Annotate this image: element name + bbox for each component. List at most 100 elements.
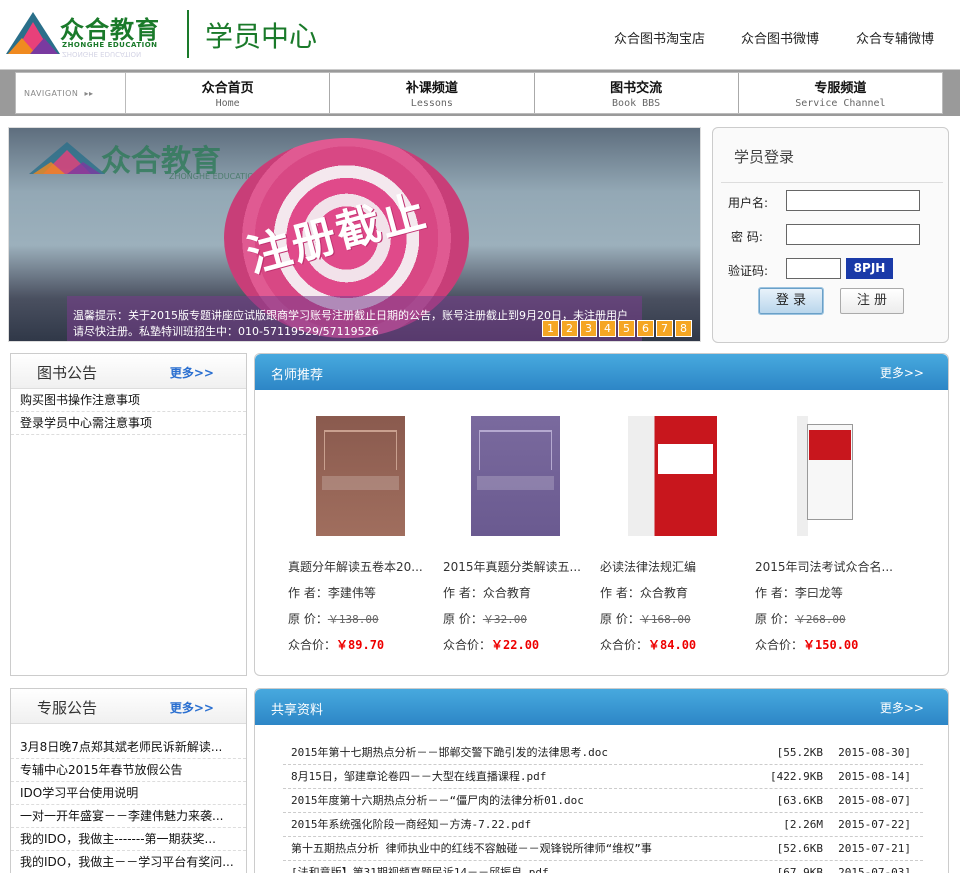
register-button[interactable]: 注 册: [840, 288, 904, 314]
book-card[interactable]: 2015年司法考试众合名... 作 者：李曰龙等 原 价：￥268.00 众合价…: [755, 416, 905, 653]
book-author-line: 作 者：李建伟等: [288, 584, 438, 601]
panel-title: 共享资料: [271, 703, 324, 718]
book-card[interactable]: 必读法律法规汇编 作 者：众合教育 原 价：￥168.00 众合价：￥84.00: [600, 416, 750, 653]
book-title[interactable]: 真题分年解读五卷本20...: [288, 558, 438, 575]
logo-icon[interactable]: [4, 10, 62, 58]
page-title: 学员中心: [205, 20, 318, 53]
double-chevron-icon: ▸▸: [84, 88, 94, 98]
captcha-label: 验证码:: [728, 264, 769, 278]
list-item[interactable]: 我的IDO，我做主－－学习平台有奖问...: [11, 851, 246, 873]
book-author-line: 作 者：众合教育: [443, 584, 593, 601]
book-orig-price: ￥32.00: [482, 613, 527, 626]
nav-item-cn: 图书交流: [610, 81, 663, 96]
book-price: ￥22.00: [491, 638, 540, 652]
resource-size: [67.9KB: [776, 866, 823, 873]
pager-dot[interactable]: 8: [675, 320, 692, 337]
list-item[interactable]: 我的IDO，我做主-------第一期获奖...: [11, 828, 246, 851]
pager-dot[interactable]: 5: [618, 320, 635, 337]
list-item[interactable]: 专辅中心2015年春节放假公告: [11, 759, 246, 782]
shared-resources-panel: 共享资料 更多>> 2015年第十七期热点分析－－邯郸交警下跪引发的法律思考.d…: [254, 688, 949, 873]
book-cover-image[interactable]: [471, 416, 560, 536]
notice-list: 购买图书操作注意事项 登录学员中心需注意事项: [11, 389, 246, 435]
price-label: 众合价：: [600, 638, 649, 652]
nav-label: NAVIGATION ▸▸: [16, 73, 126, 113]
password-label: 密 码:: [731, 230, 763, 244]
more-link[interactable]: 更多>>: [170, 699, 214, 716]
list-item[interactable]: 登录学员中心需注意事项: [11, 412, 246, 435]
panel-header: 专服公告 更多>>: [11, 689, 246, 724]
panel-header: 图书公告 更多>>: [11, 354, 246, 389]
divider: [721, 182, 943, 183]
resource-row[interactable]: 8月15日，邹建章论卷四－－大型在线直播课程.pdf [422.9KB 2015-0…: [283, 765, 923, 789]
nav-item-service[interactable]: 专服频道 Service Channel: [739, 73, 942, 113]
resource-name[interactable]: 第十五期热点分析 律师执业中的红线不容触碰－－观锋锐所律师“维权”事: [291, 837, 652, 861]
book-cover-image[interactable]: [316, 416, 405, 536]
panel-title: 图书公告: [37, 364, 98, 382]
book-author: 李曰龙等: [794, 586, 843, 600]
nav-item-en: Home: [215, 98, 240, 109]
nav-item-lessons[interactable]: 补课频道 Lessons: [330, 73, 535, 113]
username-label: 用户名:: [728, 196, 769, 210]
more-link[interactable]: 更多>>: [880, 699, 924, 716]
orig-price-label: 原 价：: [600, 612, 640, 626]
list-item[interactable]: 购买图书操作注意事项: [11, 389, 246, 412]
tutoring-weibo-link[interactable]: 众合专辅微博: [856, 28, 934, 47]
nav-item-en: Service Channel: [795, 98, 886, 109]
nav-item-book-bbs[interactable]: 图书交流 Book BBS: [535, 73, 739, 113]
pager-dot[interactable]: 1: [542, 320, 559, 337]
resource-row[interactable]: 2015年度第十六期热点分析－－“僵尸肉的法律分析01.doc [63.6KB 20…: [283, 789, 923, 813]
panel-title: 名师推荐: [271, 368, 324, 383]
book-weibo-link[interactable]: 众合图书微博: [741, 28, 819, 47]
taobao-store-link[interactable]: 众合图书淘宝店: [614, 28, 705, 47]
resource-name[interactable]: 2015年第十七期热点分析－－邯郸交警下跪引发的法律思考.doc: [291, 741, 608, 765]
resource-name[interactable]: 8月15日，邹建章论卷四－－大型在线直播课程.pdf: [291, 765, 546, 789]
resource-name[interactable]: [法和意版】第31期视频真题民诉14－－邱振良.pdf: [291, 861, 549, 873]
book-author: 众合教育: [639, 586, 688, 600]
more-link[interactable]: 更多>>: [880, 364, 924, 381]
cover-decoration: [324, 430, 397, 470]
resource-name[interactable]: 2015年系统强化阶段一商经知－方涛-7.22.pdf: [291, 813, 531, 837]
banner-carousel[interactable]: 众合教育 ZHONGHE EDUCATION 注册截止 温馨提示：关于2015版…: [8, 127, 701, 342]
book-orig-price-line: 原 价：￥32.00: [443, 610, 593, 627]
resource-date: 2015-07-21]: [838, 842, 911, 855]
login-button[interactable]: 登 录: [758, 287, 824, 315]
book-title[interactable]: 2015年司法考试众合名...: [755, 558, 905, 575]
book-card[interactable]: 真题分年解读五卷本20... 作 者：李建伟等 原 价：￥138.00 众合价：…: [288, 416, 438, 653]
pager-dot[interactable]: 6: [637, 320, 654, 337]
resource-row[interactable]: 第十五期热点分析 律师执业中的红线不容触碰－－观锋锐所律师“维权”事 [52.6K…: [283, 837, 923, 861]
book-price: ￥84.00: [648, 638, 697, 652]
resource-row[interactable]: 2015年第十七期热点分析－－邯郸交警下跪引发的法律思考.doc [55.2KB 2…: [283, 741, 923, 765]
pager-dot[interactable]: 7: [656, 320, 673, 337]
book-price-line: 众合价：￥150.00: [755, 636, 905, 653]
pager-dot[interactable]: 3: [580, 320, 597, 337]
resource-date: 2015-08-07]: [838, 794, 911, 807]
password-input[interactable]: [786, 224, 920, 245]
book-card[interactable]: 2015年真题分类解读五... 作 者：众合教育 原 价：￥32.00 众合价：…: [443, 416, 593, 653]
book-cover-image[interactable]: [628, 416, 717, 536]
captcha-image[interactable]: 8PJH: [846, 258, 893, 279]
more-link[interactable]: 更多>>: [170, 364, 214, 381]
pager-dot[interactable]: 4: [599, 320, 616, 337]
teacher-recommend-panel: 名师推荐 更多>> 真题分年解读五卷本20... 作 者：李建伟等 原 价：￥1…: [254, 353, 949, 676]
list-item[interactable]: 一对一开年盛宴－－李建伟魅力来袭...: [11, 805, 246, 828]
cover-title-band: [809, 430, 851, 460]
resource-row[interactable]: [法和意版】第31期视频真题民诉14－－邱振良.pdf [67.9KB 2015-0…: [283, 861, 923, 873]
book-orig-price: ￥168.00: [639, 613, 691, 626]
book-author-line: 作 者：李曰龙等: [755, 584, 905, 601]
header-divider: [187, 10, 189, 58]
resource-row[interactable]: 2015年系统强化阶段一商经知－方涛-7.22.pdf [2.26M 2015-07…: [283, 813, 923, 837]
nav-item-home[interactable]: 众合首页 Home: [126, 73, 331, 113]
resource-name[interactable]: 2015年度第十六期热点分析－－“僵尸肉的法律分析01.doc: [291, 789, 584, 813]
captcha-input[interactable]: [786, 258, 841, 279]
cover-title-band: [658, 444, 713, 474]
book-notice-panel: 图书公告 更多>> 购买图书操作注意事项 登录学员中心需注意事项: [10, 353, 247, 676]
list-item[interactable]: 3月8日晚7点郑其斌老师民诉新解读...: [11, 736, 246, 759]
book-title[interactable]: 2015年真题分类解读五...: [443, 558, 593, 575]
book-title[interactable]: 必读法律法规汇编: [600, 558, 750, 575]
username-input[interactable]: [786, 190, 920, 211]
logo-text: 众合教育: [60, 16, 160, 44]
pager-dot[interactable]: 2: [561, 320, 578, 337]
book-cover-image[interactable]: [783, 416, 872, 536]
resource-date: 2015-07-22]: [838, 818, 911, 831]
list-item[interactable]: IDO学习平台使用说明: [11, 782, 246, 805]
